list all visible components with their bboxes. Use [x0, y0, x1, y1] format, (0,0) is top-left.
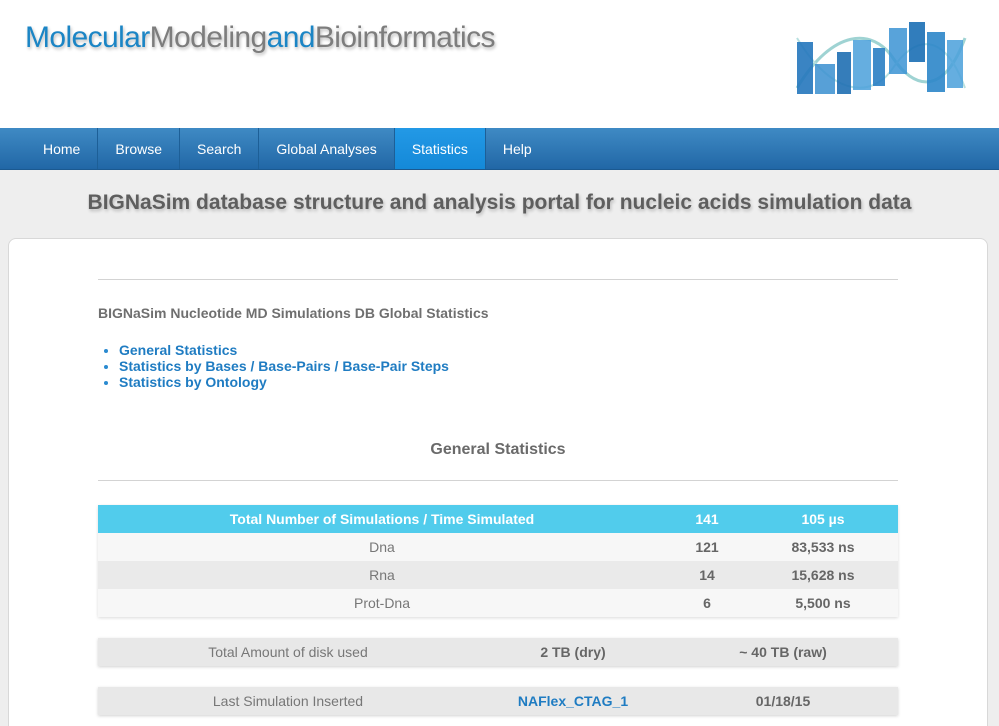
site-brand[interactable]: MolecularModelingandBioinformatics — [25, 21, 495, 55]
header-cell-label: Total Number of Simulations / Time Simul… — [98, 505, 666, 533]
brand-word-and: and — [266, 21, 316, 54]
link-statistics-by-bases[interactable]: Statistics by Bases / Base-Pairs / Base-… — [119, 358, 449, 374]
disk-usage-row: Total Amount of disk used 2 TB (dry) ~ 4… — [98, 638, 898, 666]
row-count: 6 — [666, 589, 748, 617]
last-simulation-row: Last Simulation Inserted NAFlex_CTAG_1 0… — [98, 687, 898, 715]
table-row: Dna 121 83,533 ns — [98, 533, 898, 561]
row-label: Rna — [98, 561, 666, 589]
header-cell-count: 141 — [666, 505, 748, 533]
stats-links-list: General Statistics Statistics by Bases /… — [119, 342, 449, 390]
brand-word-molecular: Molecular — [25, 21, 150, 54]
disk-usage-raw: ~ 40 TB (raw) — [739, 644, 827, 660]
last-simulation-label: Last Simulation Inserted — [212, 693, 364, 709]
header-cell-time: 105 µs — [748, 505, 898, 533]
row-label: Prot-Dna — [98, 589, 666, 617]
nav-menu: Home Browse Search Global Analyses Stati… — [26, 128, 999, 169]
list-item: Statistics by Bases / Base-Pairs / Base-… — [119, 358, 449, 374]
list-item: Statistics by Ontology — [119, 374, 449, 390]
nav-item-browse[interactable]: Browse — [98, 128, 181, 169]
link-general-statistics[interactable]: General Statistics — [119, 342, 237, 358]
table-header-row: Total Number of Simulations / Time Simul… — [98, 505, 898, 533]
last-simulation-link[interactable]: NAFlex_CTAG_1 — [478, 687, 668, 715]
row-time: 15,628 ns — [748, 561, 898, 589]
brand-word-bioinformatics: Bioinformatics — [314, 21, 496, 54]
disk-usage-dry: 2 TB (dry) — [540, 644, 606, 660]
row-time: 83,533 ns — [748, 533, 898, 561]
row-label: Dna — [98, 533, 666, 561]
last-simulation-date: 01/18/15 — [755, 693, 811, 709]
top-divider — [98, 279, 898, 280]
link-statistics-by-ontology[interactable]: Statistics by Ontology — [119, 374, 267, 390]
list-item: General Statistics — [119, 342, 449, 358]
row-count: 14 — [666, 561, 748, 589]
nav-item-home[interactable]: Home — [26, 128, 99, 169]
bignasim-logo-icon[interactable] — [793, 18, 969, 102]
nav-item-help[interactable]: Help — [486, 128, 549, 169]
table-row: Rna 14 15,628 ns — [98, 561, 898, 589]
nav-item-global-analyses[interactable]: Global Analyses — [259, 128, 395, 169]
row-count: 121 — [666, 533, 748, 561]
section-title-general-statistics: General Statistics — [430, 441, 566, 458]
nav-item-search[interactable]: Search — [180, 128, 260, 169]
row-time: 5,500 ns — [748, 589, 898, 617]
disk-usage-label: Total Amount of disk used — [208, 644, 368, 660]
site-header: MolecularModelingandBioinformatics — [0, 0, 999, 128]
main-navbar: Home Browse Search Global Analyses Stati… — [0, 128, 999, 170]
brand-word-modeling: Modeling — [149, 21, 268, 54]
stats-subtitle: BIGNaSim Nucleotide MD Simulations DB Gl… — [98, 305, 489, 321]
nav-item-statistics[interactable]: Statistics — [394, 128, 486, 169]
section-divider — [98, 480, 898, 481]
table-row: Prot-Dna 6 5,500 ns — [98, 589, 898, 617]
general-statistics-table: Total Number of Simulations / Time Simul… — [98, 505, 898, 617]
page-headline: BIGNaSim database structure and analysis… — [87, 191, 912, 214]
